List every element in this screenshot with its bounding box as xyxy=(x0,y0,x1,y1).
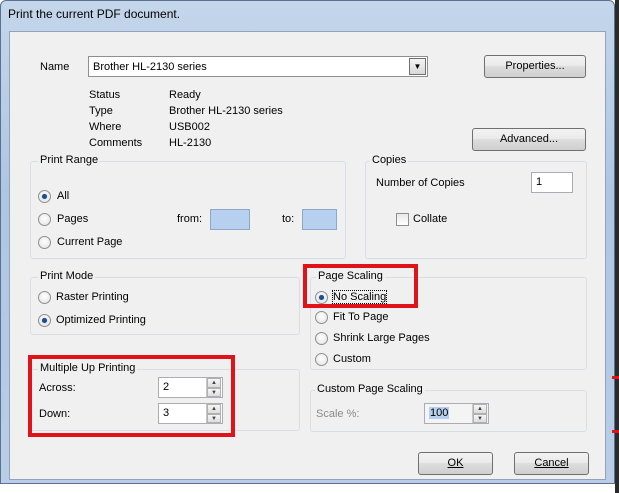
printer-select-value: Brother HL-2130 series xyxy=(93,61,207,73)
print-mode-group xyxy=(30,277,300,335)
highlight-edge-mark xyxy=(612,376,619,379)
shrink-large-pages-radio[interactable] xyxy=(315,332,328,345)
ok-button-label: OK xyxy=(447,457,464,469)
optimized-printing-radio[interactable] xyxy=(38,314,51,327)
shrink-large-pages-label: Shrink Large Pages xyxy=(333,332,430,344)
print-mode-title: Print Mode xyxy=(38,270,96,282)
scale-percent-label: Scale %: xyxy=(316,408,360,420)
type-value: Brother HL-2130 series xyxy=(169,105,283,117)
comments-value: HL-2130 xyxy=(169,137,212,149)
highlight-edge-mark xyxy=(612,430,619,433)
range-pages-radio[interactable] xyxy=(38,213,51,226)
advanced-button[interactable]: Advanced... xyxy=(472,128,586,151)
optimized-printing-label: Optimized Printing xyxy=(56,314,146,326)
cancel-button[interactable]: Cancel xyxy=(514,452,589,475)
range-all-radio[interactable] xyxy=(38,190,51,203)
fit-to-page-label: Fit To Page xyxy=(333,311,389,323)
custom-scaling-label: Custom xyxy=(333,353,371,365)
range-pages-label: Pages xyxy=(57,213,89,225)
collate-checkbox[interactable] xyxy=(396,213,409,226)
number-of-copies-label: Number of Copies xyxy=(376,177,465,189)
range-current-page-label: Current Page xyxy=(57,236,123,248)
where-label: Where xyxy=(89,121,122,133)
ok-button[interactable]: OK xyxy=(418,452,493,475)
scale-spinner[interactable]: ▲ ▼ xyxy=(472,404,487,423)
spin-down-icon[interactable]: ▼ xyxy=(473,413,487,423)
fit-to-page-radio[interactable] xyxy=(315,311,328,324)
highlight-multiple-up xyxy=(28,355,235,437)
chevron-down-icon[interactable]: ▼ xyxy=(409,58,426,75)
status-label: Status xyxy=(89,89,121,101)
print-range-title: Print Range xyxy=(38,154,101,166)
where-value: USB002 xyxy=(169,121,210,133)
highlight-page-scaling xyxy=(303,264,418,308)
cancel-button-label: Cancel xyxy=(534,457,569,469)
properties-button[interactable]: Properties... xyxy=(484,55,586,78)
type-label: Type xyxy=(89,105,113,117)
copies-title: Copies xyxy=(370,154,409,166)
window-title: Print the current PDF document. xyxy=(8,7,181,21)
from-label: from: xyxy=(177,213,203,225)
printer-select[interactable]: Brother HL-2130 series ▼ xyxy=(88,56,428,77)
to-label: to: xyxy=(282,213,295,225)
comments-label: Comments xyxy=(89,137,143,149)
printer-name-label: Name xyxy=(40,61,70,73)
status-value: Ready xyxy=(169,89,201,101)
to-input[interactable] xyxy=(302,209,337,230)
scale-percent-value: 100 xyxy=(429,407,450,419)
range-current-page-radio[interactable] xyxy=(38,236,51,249)
custom-scaling-radio[interactable] xyxy=(315,353,328,366)
range-all-label: All xyxy=(57,190,70,202)
from-input[interactable] xyxy=(210,209,250,230)
custom-page-scaling-title: Custom Page Scaling xyxy=(315,383,425,395)
spin-up-icon[interactable]: ▲ xyxy=(473,404,487,414)
collate-label: Collate xyxy=(413,213,448,225)
number-of-copies-input[interactable]: 1 xyxy=(531,172,573,193)
raster-printing-radio[interactable] xyxy=(38,291,51,304)
raster-printing-label: Raster Printing xyxy=(56,291,129,303)
window-edge xyxy=(615,0,619,493)
